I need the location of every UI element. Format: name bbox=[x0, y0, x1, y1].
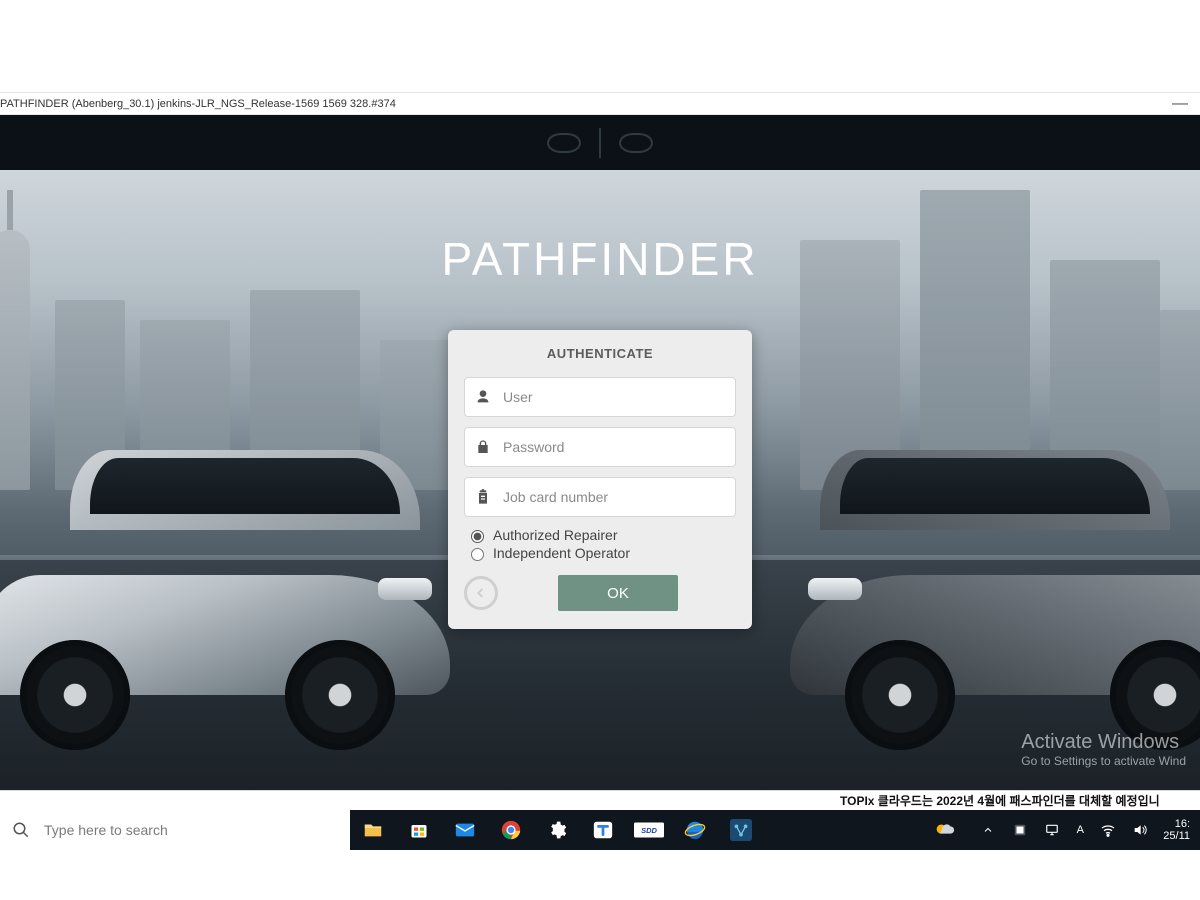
chrome-icon[interactable] bbox=[488, 810, 534, 850]
user-icon bbox=[475, 389, 491, 405]
browser-gap bbox=[0, 0, 1200, 92]
taskbar-pinned-apps: SDD bbox=[350, 810, 764, 850]
file-explorer-icon[interactable] bbox=[350, 810, 396, 850]
auth-heading: AUTHENTICATE bbox=[464, 346, 736, 361]
wifi-icon[interactable] bbox=[1093, 810, 1123, 850]
bottom-gap bbox=[0, 850, 1200, 900]
role-authorized-label: Authorized Repairer bbox=[493, 527, 618, 543]
vehicle-right bbox=[790, 510, 1200, 750]
language-indicator[interactable]: A bbox=[1069, 810, 1091, 850]
volume-icon[interactable] bbox=[1125, 810, 1155, 850]
windows-activation-watermark: Activate Windows Go to Settings to activ… bbox=[1021, 731, 1186, 768]
role-authorized-option[interactable]: Authorized Repairer bbox=[466, 527, 736, 543]
system-tray: A 16: 25/11 bbox=[929, 810, 1200, 850]
clipboard-icon bbox=[475, 489, 491, 505]
auth-card: AUTHENTICATE Authorized Repairer bbox=[448, 330, 752, 629]
watermark-line2: Go to Settings to activate Wind bbox=[1021, 754, 1186, 768]
window-titlebar[interactable]: PATHFINDER (Abenberg_30.1) jenkins-JLR_N… bbox=[0, 92, 1200, 115]
user-field[interactable] bbox=[464, 377, 736, 417]
password-field[interactable] bbox=[464, 427, 736, 467]
watermark-line1: Activate Windows bbox=[1021, 731, 1186, 754]
password-input[interactable] bbox=[501, 438, 725, 456]
building bbox=[1160, 310, 1200, 490]
back-button[interactable] bbox=[464, 576, 498, 610]
cropped-content-strip: TOPIx 클라우드는 2022년 4월에 패스파인더를 대체할 예정입니 bbox=[0, 790, 1200, 810]
lock-icon bbox=[475, 439, 491, 455]
window-title: PATHFINDER (Abenberg_30.1) jenkins-JLR_N… bbox=[0, 98, 396, 110]
jobcard-input[interactable] bbox=[501, 488, 725, 506]
role-radio-group: Authorized Repairer Independent Operator bbox=[466, 527, 736, 561]
role-authorized-radio[interactable] bbox=[471, 530, 484, 543]
internet-explorer-icon[interactable] bbox=[672, 810, 718, 850]
hero-background: PATHFINDER AUTHENTICATE Authorized R bbox=[0, 170, 1200, 790]
arrow-left-icon bbox=[473, 585, 489, 601]
app-title: PATHFINDER bbox=[441, 232, 758, 286]
building bbox=[920, 190, 1030, 490]
settings-gear-icon[interactable] bbox=[534, 810, 580, 850]
logo-divider bbox=[599, 128, 601, 158]
user-input[interactable] bbox=[501, 388, 725, 406]
tray-monitor-icon[interactable] bbox=[1037, 810, 1067, 850]
pathfinder-app-icon[interactable] bbox=[718, 810, 764, 850]
ok-button[interactable]: OK bbox=[558, 575, 678, 611]
tray-app-icon[interactable] bbox=[1005, 810, 1035, 850]
taskbar-search-input[interactable] bbox=[42, 821, 338, 839]
brand-logo bbox=[510, 126, 690, 160]
logo-ring-right bbox=[619, 133, 653, 153]
auth-actions: OK bbox=[464, 575, 736, 611]
todesk-icon[interactable] bbox=[580, 810, 626, 850]
search-icon bbox=[12, 821, 30, 839]
windows-taskbar[interactable]: SDD A 16: 25/11 bbox=[0, 810, 1200, 850]
jobcard-field[interactable] bbox=[464, 477, 736, 517]
clock-date: 25/11 bbox=[1163, 830, 1190, 842]
window-minimize-button[interactable]: — bbox=[1166, 99, 1194, 109]
vehicle-left bbox=[0, 510, 450, 750]
role-independent-radio[interactable] bbox=[471, 548, 484, 561]
tray-chevron-up-icon[interactable] bbox=[973, 810, 1003, 850]
role-independent-option[interactable]: Independent Operator bbox=[466, 545, 736, 561]
role-independent-label: Independent Operator bbox=[493, 545, 630, 561]
mail-icon[interactable] bbox=[442, 810, 488, 850]
clock-time: 16: bbox=[1163, 818, 1190, 830]
taskbar-search[interactable] bbox=[0, 810, 350, 850]
cropped-text-right: TOPIx 클라우드는 2022년 4월에 패스파인더를 대체할 예정입니 bbox=[840, 792, 1160, 809]
logo-ring-left bbox=[547, 133, 581, 153]
building bbox=[0, 230, 30, 490]
app-header bbox=[0, 115, 1200, 170]
taskbar-clock[interactable]: 16: 25/11 bbox=[1157, 818, 1196, 842]
sdd-app-icon[interactable]: SDD bbox=[626, 810, 672, 850]
weather-icon[interactable] bbox=[929, 810, 959, 850]
microsoft-store-icon[interactable] bbox=[396, 810, 442, 850]
svg-text:SDD: SDD bbox=[641, 826, 657, 835]
